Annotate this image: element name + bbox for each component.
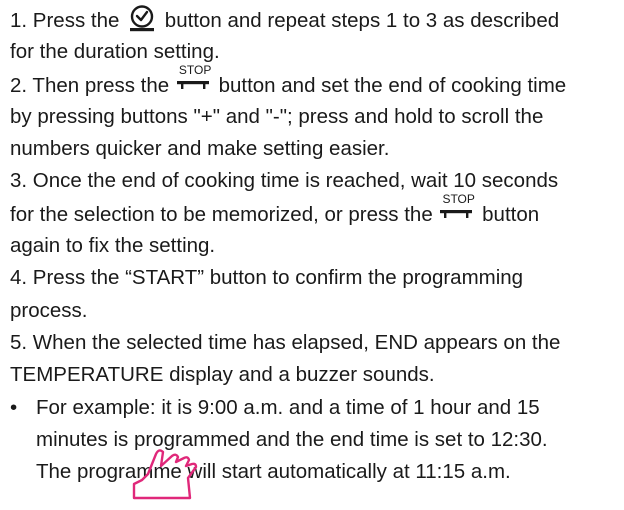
line-6: 3. Once the end of cooking time is reach…	[10, 169, 559, 193]
text-segment: for the selection to be memorized, or pr…	[10, 202, 433, 226]
line-3: 2. Then press the STOP button and set th…	[10, 63, 620, 101]
stop-button-icon: STOP	[176, 63, 212, 95]
line-9: 4. Press the “START” button to confirm t…	[10, 266, 524, 290]
bullet-line-3: The programme will start automatically a…	[36, 460, 511, 484]
line-7: for the selection to be memorized, or pr…	[10, 192, 620, 230]
bullet-line-1: • For example: it is 9:00 a.m. and a tim…	[10, 392, 620, 424]
stop-icon-label: STOP	[442, 191, 475, 206]
hand-cursor-icon	[128, 444, 208, 510]
text-segment: 1. Press the	[10, 9, 120, 32]
bullet-line-2: minutes is programmed and the end time i…	[36, 427, 548, 451]
text-segment: For example: it is 9:00 a.m. and a time …	[36, 395, 540, 419]
text-segment: button	[482, 202, 540, 226]
text-segment: button and repeat steps 1 to 3 as descri…	[164, 9, 560, 32]
stop-icon-label: STOP	[178, 62, 212, 77]
line-12: TEMPERATURE display and a buzzer sounds.	[10, 363, 435, 387]
line-11: 5. When the selected time has elapsed, E…	[10, 330, 561, 354]
bullet-point: •	[10, 395, 18, 419]
line-8: again to fix the setting.	[10, 234, 216, 258]
text-segment: 2. Then press the	[10, 73, 170, 97]
line-10: process.	[10, 298, 88, 322]
line-2: for the duration setting.	[10, 40, 220, 64]
line-1: 1. Press the button and repeat steps 1 t…	[10, 4, 620, 36]
instruction-text: 1. Press the button and repeat steps 1 t…	[10, 4, 620, 488]
stop-button-icon: STOP	[439, 192, 475, 224]
line-5: numbers quicker and make setting easier.	[10, 137, 390, 161]
line-4: by pressing buttons "+" and "-"; press a…	[10, 104, 544, 128]
text-segment: button and set the end of cooking time	[218, 73, 567, 97]
